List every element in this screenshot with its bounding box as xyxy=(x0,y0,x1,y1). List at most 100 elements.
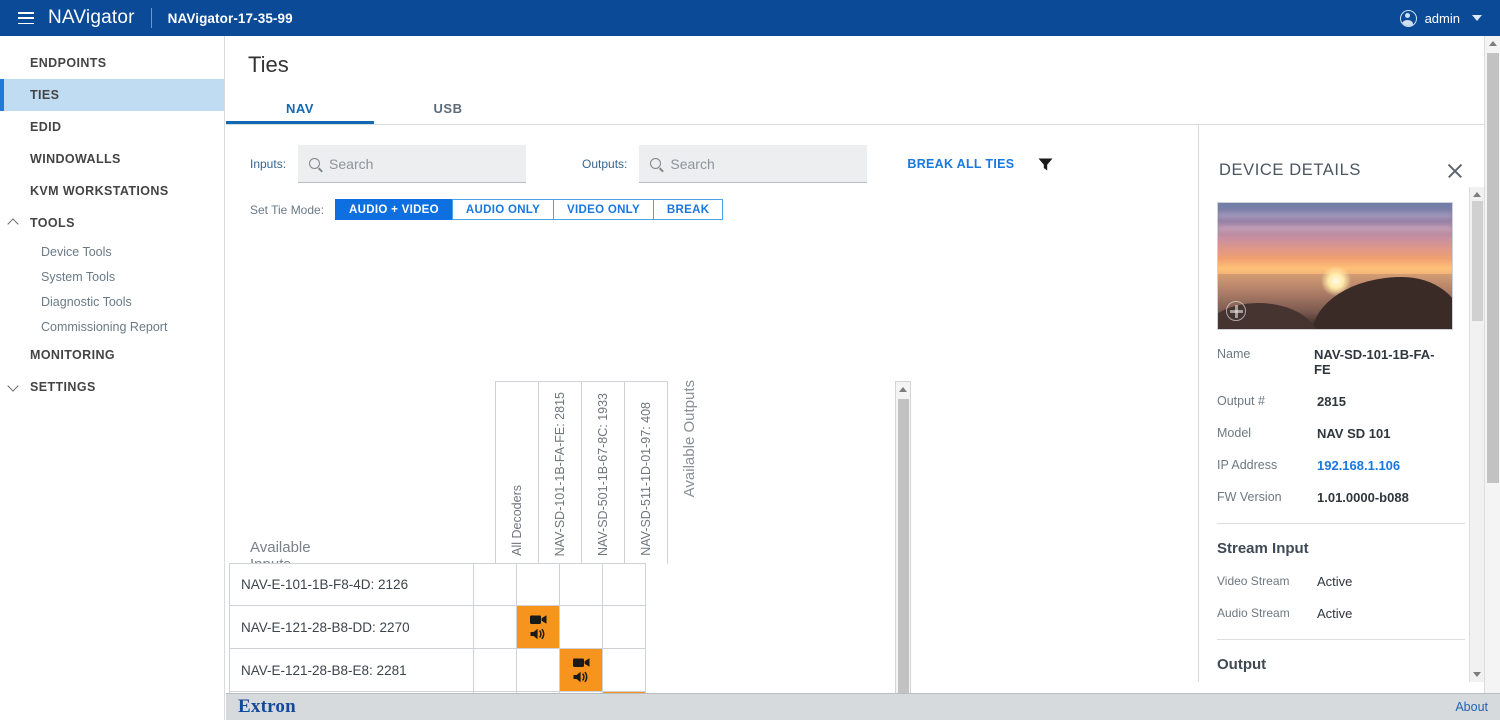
matrix-cell[interactable] xyxy=(603,606,646,649)
tie-mode-break-button[interactable]: BREAK xyxy=(653,199,723,220)
detail-field-output-number: Output # 2815 xyxy=(1217,394,1447,409)
search-icon xyxy=(650,158,661,169)
device-details-body: Name NAV-SD-101-1B-FA-FE Output # 2815 M… xyxy=(1199,180,1467,682)
sidebar-item-ties[interactable]: TIES xyxy=(0,79,224,111)
about-link[interactable]: About xyxy=(1455,700,1488,714)
chevron-down-icon xyxy=(9,382,20,393)
matrix-column-header[interactable]: All Decoders xyxy=(496,382,539,564)
output-section-title: Output xyxy=(1217,656,1447,673)
detail-field-video-stream: Video Stream Active xyxy=(1217,574,1447,589)
sidebar-item-endpoints[interactable]: ENDPOINTS xyxy=(0,47,224,79)
user-name-label: admin xyxy=(1425,11,1460,26)
hamburger-menu-icon[interactable] xyxy=(18,12,34,24)
table-row: NAV-E-121-28-B8-DD: 2270 xyxy=(229,606,646,649)
sidebar-item-label: EDID xyxy=(30,120,61,134)
sidebar-item-label: SETTINGS xyxy=(30,380,96,394)
video-camera-icon xyxy=(530,614,547,625)
matrix-cell[interactable] xyxy=(603,649,646,692)
matrix-column-header[interactable]: NAV-SD-511-1D-01-97: 408 xyxy=(625,382,668,564)
outputs-search-input[interactable]: Search xyxy=(639,145,867,183)
inputs-search-input[interactable]: Search xyxy=(298,145,526,183)
search-icon xyxy=(309,158,320,169)
top-bar: NAVigator NAVigator-17-35-99 admin xyxy=(0,0,1500,36)
scroll-up-arrow-icon[interactable] xyxy=(1489,41,1497,46)
sidebar-item-settings[interactable]: SETTINGS xyxy=(0,371,224,403)
field-key: Video Stream xyxy=(1217,574,1317,589)
footer-bar: Extron About xyxy=(226,693,1500,720)
close-icon[interactable] xyxy=(1446,162,1464,180)
user-menu[interactable]: admin xyxy=(1400,10,1482,27)
page-vertical-scrollbar[interactable] xyxy=(1484,36,1500,693)
sidebar-item-device-tools[interactable]: Device Tools xyxy=(0,239,224,264)
break-all-ties-button[interactable]: BREAK ALL TIES xyxy=(907,157,1014,171)
matrix-vertical-scrollbar[interactable] xyxy=(895,381,911,720)
field-value: Active xyxy=(1317,606,1352,621)
sidebar-item-diagnostic-tools[interactable]: Diagnostic Tools xyxy=(0,289,224,314)
scroll-up-arrow-icon[interactable] xyxy=(1473,192,1481,197)
detail-field-audio-stream: Audio Stream Active xyxy=(1217,606,1447,621)
field-value: 1.01.0000-b088 xyxy=(1317,490,1409,505)
tie-mode-button-group: AUDIO + VIDEO AUDIO ONLY VIDEO ONLY BREA… xyxy=(335,199,723,220)
device-stream-preview-image xyxy=(1217,202,1453,330)
section-divider xyxy=(1217,639,1465,640)
matrix-cell[interactable] xyxy=(474,563,517,606)
column-header-label: All Decoders xyxy=(510,485,524,556)
matrix-cell[interactable] xyxy=(560,606,603,649)
matrix-row-label[interactable]: NAV-E-121-28-B8-E8: 2281 xyxy=(229,649,474,692)
field-key: Name xyxy=(1217,347,1314,377)
sidebar-item-kvm-workstations[interactable]: KVM WORKSTATIONS xyxy=(0,175,224,207)
sidebar-subitem-label: Diagnostic Tools xyxy=(41,295,132,309)
scroll-up-arrow-icon[interactable] xyxy=(899,387,907,392)
sidebar-item-windowalls[interactable]: WINDOWALLS xyxy=(0,143,224,175)
sidebar-subitem-label: Commissioning Report xyxy=(41,320,167,334)
tie-mode-audio-only-button[interactable]: AUDIO ONLY xyxy=(452,199,554,220)
matrix-cell[interactable] xyxy=(517,649,560,692)
details-vertical-scrollbar[interactable] xyxy=(1469,187,1484,682)
tie-mode-audio-video-button[interactable]: AUDIO + VIDEO xyxy=(335,199,453,220)
speaker-audio-icon xyxy=(573,671,590,683)
scrollbar-thumb[interactable] xyxy=(898,399,909,707)
account-circle-icon xyxy=(1400,10,1417,27)
tie-mode-video-only-button[interactable]: VIDEO ONLY xyxy=(553,199,654,220)
field-value: NAV-SD-101-1B-FA-FE xyxy=(1314,347,1447,377)
scrollbar-thumb[interactable] xyxy=(1487,53,1499,483)
device-details-title: DEVICE DETAILS xyxy=(1219,161,1361,180)
content-region: Inputs: Search Outputs: Search BREAK ALL… xyxy=(226,125,1500,682)
sidebar-item-edid[interactable]: EDID xyxy=(0,111,224,143)
funnel-filter-icon[interactable] xyxy=(1038,157,1053,172)
scrollbar-thumb[interactable] xyxy=(1472,201,1483,321)
sidebar-item-system-tools[interactable]: System Tools xyxy=(0,264,224,289)
speaker-audio-icon xyxy=(530,628,547,640)
matrix-cell[interactable] xyxy=(603,563,646,606)
video-camera-icon xyxy=(573,657,590,668)
field-key: Model xyxy=(1217,426,1317,441)
device-name-label: NAVigator-17-35-99 xyxy=(168,11,293,26)
chevron-down-icon[interactable] xyxy=(1472,15,1482,21)
brand-divider xyxy=(151,8,152,28)
tab-usb[interactable]: USB xyxy=(374,92,522,124)
main-content: Ties NAV USB Inputs: Search Outputs: Sea… xyxy=(226,36,1500,720)
sidebar-item-monitoring[interactable]: MONITORING xyxy=(0,339,224,371)
sidebar-item-tools[interactable]: TOOLS xyxy=(0,207,224,239)
matrix-column-header[interactable]: NAV-SD-501-1B-67-8C: 1933 xyxy=(582,382,625,564)
field-key: FW Version xyxy=(1217,490,1317,505)
matrix-cell[interactable] xyxy=(517,563,560,606)
scroll-down-arrow-icon[interactable] xyxy=(1473,672,1481,677)
column-header-label: NAV-SD-501-1B-67-8C: 1933 xyxy=(596,393,610,556)
available-outputs-axis-label: Available Outputs xyxy=(681,380,698,497)
sidebar-item-commissioning-report[interactable]: Commissioning Report xyxy=(0,314,224,339)
matrix-column-header[interactable]: NAV-SD-101-1B-FA-FE: 2815 xyxy=(539,382,582,564)
app-brand: NAVigator xyxy=(48,7,135,29)
matrix-row-label[interactable]: NAV-E-121-28-B8-DD: 2270 xyxy=(229,606,474,649)
device-details-header: DEVICE DETAILS xyxy=(1199,125,1484,180)
matrix-cell[interactable] xyxy=(474,649,517,692)
matrix-cell[interactable] xyxy=(560,563,603,606)
matrix-cell-tied[interactable] xyxy=(560,649,603,692)
tab-nav[interactable]: NAV xyxy=(226,92,374,124)
matrix-row-label[interactable]: NAV-E-101-1B-F8-4D: 2126 xyxy=(229,563,474,606)
matrix-cell-tied[interactable] xyxy=(517,606,560,649)
preview-cloud xyxy=(1218,213,1452,218)
matrix-cell[interactable] xyxy=(474,606,517,649)
ip-address-link[interactable]: 192.168.1.106 xyxy=(1317,458,1400,473)
preview-cloud xyxy=(1218,226,1452,231)
